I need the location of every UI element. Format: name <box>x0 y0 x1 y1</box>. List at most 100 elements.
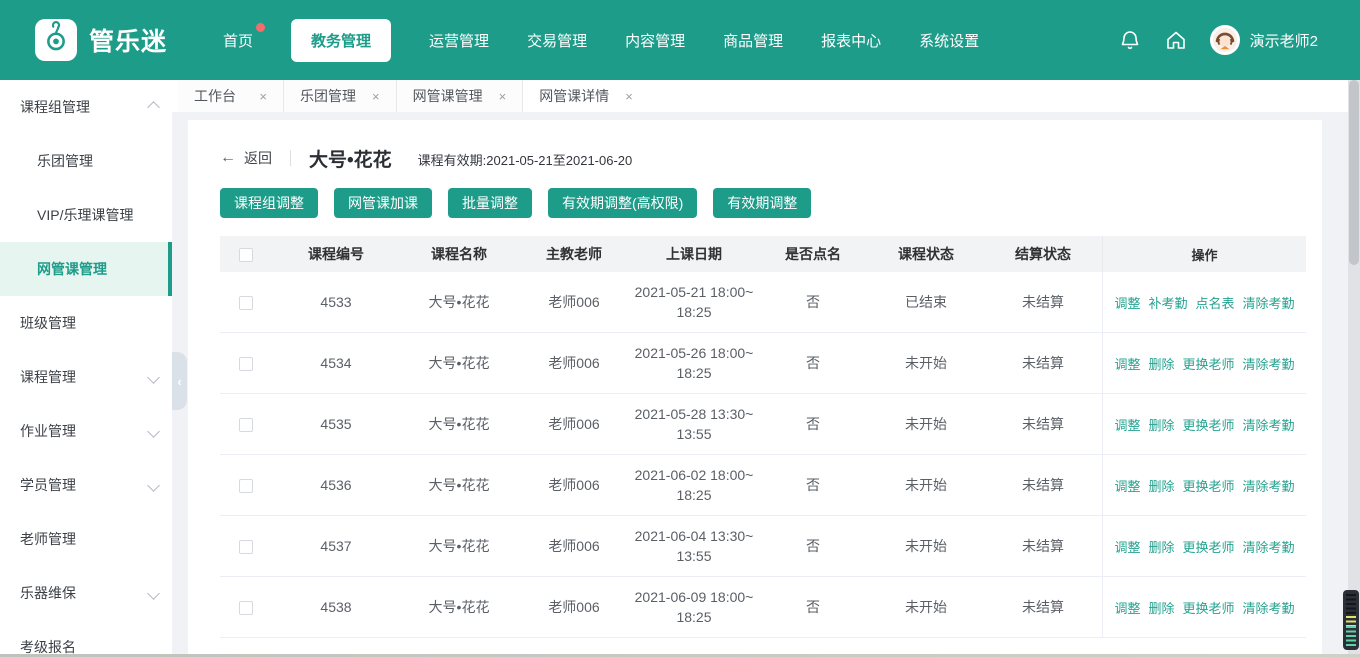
makeup-attendance-link[interactable]: 补考勤 <box>1148 293 1187 312</box>
sidebar-item-label: 课程组管理 <box>20 97 90 117</box>
delete-link[interactable]: 删除 <box>1148 354 1174 373</box>
sidebar-item-vip-theory-class-management[interactable]: VIP/乐理课管理 <box>0 188 172 242</box>
row-checkbox[interactable] <box>239 601 253 615</box>
change-teacher-link[interactable]: 更换老师 <box>1183 476 1235 495</box>
column-header-class-date: 上课日期 <box>630 244 758 264</box>
cell-roll-call: 否 <box>758 414 868 434</box>
header-right: 演示老师2 <box>1118 25 1318 55</box>
table-row: 4538 大号•花花 老师006 2021-06-09 18:00~18:25 … <box>220 577 1306 638</box>
adjust-link[interactable]: 调整 <box>1114 354 1140 373</box>
table-row: 4533 大号•花花 老师006 2021-05-21 18:00~18:25 … <box>220 272 1306 333</box>
home-icon[interactable] <box>1164 28 1188 52</box>
clear-attendance-link[interactable]: 清除考勤 <box>1243 293 1295 312</box>
cell-course-name: 大号•花花 <box>400 292 518 312</box>
sidebar-item-grade-exam-registration[interactable]: 考级报名 <box>0 620 172 657</box>
tab-online-class-management[interactable]: 网管课管理 × <box>397 80 524 112</box>
cell-class-date: 2021-06-04 13:30~13:55 <box>630 526 758 566</box>
user-name[interactable]: 演示老师2 <box>1250 30 1318 51</box>
nav-operation-management[interactable]: 运营管理 <box>429 30 489 51</box>
delete-link[interactable]: 删除 <box>1148 415 1174 434</box>
adjust-link[interactable]: 调整 <box>1114 537 1140 556</box>
change-teacher-link[interactable]: 更换老师 <box>1183 415 1235 434</box>
brand[interactable]: 管乐迷 <box>35 19 167 61</box>
row-checkbox[interactable] <box>239 479 253 493</box>
select-all-checkbox[interactable] <box>239 248 253 262</box>
adjust-link[interactable]: 调整 <box>1114 598 1140 617</box>
sidebar-item-orchestra-management[interactable]: 乐团管理 <box>0 134 172 188</box>
sidebar-item-homework-management[interactable]: 作业管理 <box>0 404 172 458</box>
close-icon[interactable]: × <box>625 89 633 104</box>
add-online-class-button[interactable]: 网管课加课 <box>334 188 432 218</box>
sidebar-collapse-handle[interactable]: ‹ <box>172 352 187 410</box>
cell-settlement-status: 未结算 <box>984 597 1102 617</box>
scrollbar-thumb[interactable] <box>1349 80 1359 265</box>
sidebar-item-student-management[interactable]: 学员管理 <box>0 458 172 512</box>
adjust-link[interactable]: 调整 <box>1114 476 1140 495</box>
row-checkbox[interactable] <box>239 296 253 310</box>
user-avatar[interactable] <box>1210 25 1240 55</box>
batch-adjust-button[interactable]: 批量调整 <box>448 188 532 218</box>
nav-product-management[interactable]: 商品管理 <box>723 30 783 51</box>
nav-transaction-management[interactable]: 交易管理 <box>527 30 587 51</box>
sidebar-item-label: 班级管理 <box>20 313 76 333</box>
sidebar-item-instrument-maintenance[interactable]: 乐器维保 <box>0 566 172 620</box>
tab-workbench[interactable]: 工作台 × <box>178 80 284 112</box>
nav-home[interactable]: 首页 <box>223 30 253 51</box>
clear-attendance-link[interactable]: 清除考勤 <box>1243 537 1295 556</box>
validity-adjust-button[interactable]: 有效期调整 <box>713 188 811 218</box>
row-checkbox[interactable] <box>239 540 253 554</box>
sidebar-item-online-class-management[interactable]: 网管课管理 <box>0 242 172 296</box>
sidebar: 课程组管理 乐团管理 VIP/乐理课管理 网管课管理 班级管理 课程管理 作业管… <box>0 80 172 657</box>
column-header-course-name: 课程名称 <box>400 244 518 264</box>
tab-bar: 工作台 × 乐团管理 × 网管课管理 × 网管课详情 × <box>172 80 1360 112</box>
cell-teacher: 老师006 <box>518 475 630 495</box>
adjust-link[interactable]: 调整 <box>1114 415 1140 434</box>
clear-attendance-link[interactable]: 清除考勤 <box>1243 598 1295 617</box>
delete-link[interactable]: 删除 <box>1148 598 1174 617</box>
clear-attendance-link[interactable]: 清除考勤 <box>1243 354 1295 373</box>
cell-roll-call: 否 <box>758 597 868 617</box>
roll-call-sheet-link[interactable]: 点名表 <box>1196 293 1235 312</box>
sidebar-item-teacher-management[interactable]: 老师管理 <box>0 512 172 566</box>
minimap-dark-stripes <box>1346 594 1356 616</box>
nav-academic-management[interactable]: 教务管理 <box>291 19 391 62</box>
nav-report-center[interactable]: 报表中心 <box>821 30 881 51</box>
change-teacher-link[interactable]: 更换老师 <box>1183 598 1235 617</box>
change-teacher-link[interactable]: 更换老师 <box>1183 537 1235 556</box>
change-teacher-link[interactable]: 更换老师 <box>1183 354 1235 373</box>
sidebar-item-label: 作业管理 <box>20 421 76 441</box>
delete-link[interactable]: 删除 <box>1148 537 1174 556</box>
clear-attendance-link[interactable]: 清除考勤 <box>1243 415 1295 434</box>
tab-label: 乐团管理 <box>300 86 356 106</box>
tab-label: 网管课管理 <box>413 86 483 106</box>
clear-attendance-link[interactable]: 清除考勤 <box>1243 476 1295 495</box>
sidebar-item-course-management[interactable]: 课程管理 <box>0 350 172 404</box>
course-group-adjust-button[interactable]: 课程组调整 <box>220 188 318 218</box>
bell-icon[interactable] <box>1118 28 1142 52</box>
sidebar-item-class-management[interactable]: 班级管理 <box>0 296 172 350</box>
sidebar-item-label: 网管课管理 <box>37 259 107 279</box>
sidebar-item-course-group-management[interactable]: 课程组管理 <box>0 80 172 134</box>
nav-content-management[interactable]: 内容管理 <box>625 30 685 51</box>
cell-class-date: 2021-05-21 18:00~18:25 <box>630 282 758 322</box>
row-checkbox[interactable] <box>239 418 253 432</box>
cell-teacher: 老师006 <box>518 353 630 373</box>
cell-course-status: 未开始 <box>868 475 984 495</box>
tab-orchestra-management[interactable]: 乐团管理 × <box>284 80 397 112</box>
cell-course-id: 4537 <box>272 538 400 554</box>
minimap-widget[interactable] <box>1343 590 1359 650</box>
validity-adjust-high-permission-button[interactable]: 有效期调整(高权限) <box>548 188 697 218</box>
tab-online-class-detail[interactable]: 网管课详情 × <box>523 80 649 112</box>
back-button[interactable]: ← 返回 <box>220 148 272 168</box>
nav-system-settings[interactable]: 系统设置 <box>919 30 979 51</box>
cell-course-status: 未开始 <box>868 353 984 373</box>
cell-settlement-status: 未结算 <box>984 353 1102 373</box>
close-icon[interactable]: × <box>372 89 380 104</box>
adjust-link[interactable]: 调整 <box>1114 293 1140 312</box>
close-icon[interactable]: × <box>499 89 507 104</box>
cell-course-status: 未开始 <box>868 597 984 617</box>
close-icon[interactable]: × <box>259 89 267 104</box>
row-checkbox[interactable] <box>239 357 253 371</box>
browser-scrollbar[interactable] <box>1348 80 1360 657</box>
delete-link[interactable]: 删除 <box>1148 476 1174 495</box>
